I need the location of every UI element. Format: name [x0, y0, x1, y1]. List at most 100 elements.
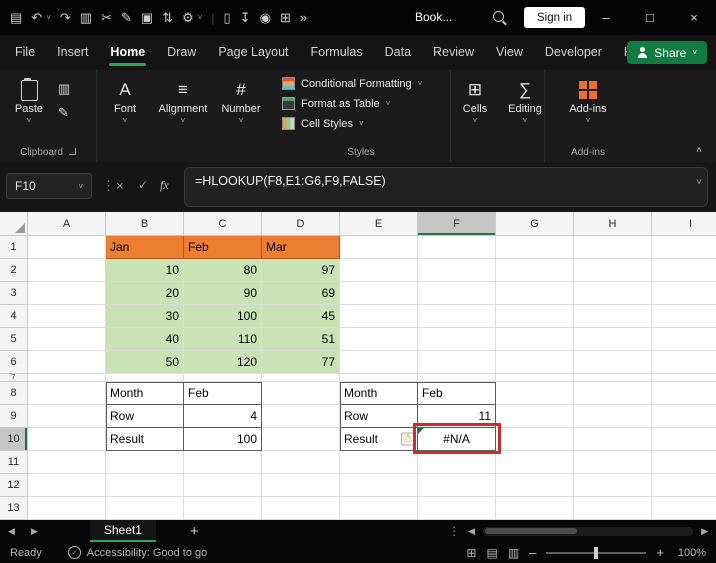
cell-I5[interactable]: [652, 328, 716, 351]
cell-H6[interactable]: [574, 351, 652, 374]
tab-page-layout[interactable]: Page Layout: [207, 35, 299, 70]
tab-draw[interactable]: Draw: [156, 35, 207, 70]
tab-home[interactable]: Home: [99, 35, 156, 70]
cell-C1[interactable]: Feb: [184, 236, 262, 259]
cell-H3[interactable]: [574, 282, 652, 305]
cell-I11[interactable]: [652, 451, 716, 474]
row-header-11[interactable]: 11: [0, 451, 28, 474]
cell-D10[interactable]: [262, 428, 340, 451]
table-icon[interactable]: ⊞: [280, 11, 291, 24]
cell-F4[interactable]: [418, 305, 496, 328]
cell-I3[interactable]: [652, 282, 716, 305]
cell-A8[interactable]: [28, 382, 106, 405]
settings-icon[interactable]: ⚙: [182, 11, 194, 24]
cell-E12[interactable]: [340, 474, 418, 497]
cell-F2[interactable]: [418, 259, 496, 282]
cell-G9[interactable]: [496, 405, 574, 428]
cell-A10[interactable]: [28, 428, 106, 451]
cell-I12[interactable]: [652, 474, 716, 497]
editing-button[interactable]: ∑ Editing ˅: [500, 78, 550, 125]
cell-D4[interactable]: 45: [262, 305, 340, 328]
more-commands-icon[interactable]: »: [300, 11, 307, 24]
cell-A1[interactable]: [28, 236, 106, 259]
expand-formula-bar-icon[interactable]: ˅: [696, 177, 702, 188]
cell-E2[interactable]: [340, 259, 418, 282]
cell-G10[interactable]: [496, 428, 574, 451]
cell-G12[interactable]: [496, 474, 574, 497]
format-as-table-button[interactable]: Format as Table ˅: [282, 97, 422, 110]
column-header-A[interactable]: A: [28, 212, 106, 236]
normal-view-icon[interactable]: ⊞: [466, 546, 476, 560]
name-box[interactable]: F10 ˅: [6, 173, 92, 199]
cell-D11[interactable]: [262, 451, 340, 474]
cell-F11[interactable]: [418, 451, 496, 474]
cell-G11[interactable]: [496, 451, 574, 474]
cell-H7[interactable]: [574, 374, 652, 382]
cell-F13[interactable]: [418, 497, 496, 520]
new-document-icon[interactable]: ▯: [224, 11, 231, 24]
cell-I4[interactable]: [652, 305, 716, 328]
error-warning-icon[interactable]: ⚠: [401, 432, 415, 446]
cell-H5[interactable]: [574, 328, 652, 351]
cell-E3[interactable]: [340, 282, 418, 305]
cell-D12[interactable]: [262, 474, 340, 497]
scroll-right-icon[interactable]: ▶: [701, 526, 708, 537]
more-icon[interactable]: ⋮: [448, 524, 460, 538]
cell-H12[interactable]: [574, 474, 652, 497]
paste-button[interactable]: Paste ˅: [6, 77, 52, 125]
cell-B4[interactable]: 30: [106, 305, 184, 328]
close-button[interactable]: ×: [672, 0, 716, 35]
cell-A7[interactable]: [28, 374, 106, 382]
cell-C9[interactable]: 4: [184, 405, 262, 428]
accessibility-status[interactable]: Accessibility: Good to go: [87, 547, 207, 559]
cell-H13[interactable]: [574, 497, 652, 520]
row-header-10[interactable]: 10: [0, 428, 28, 451]
cell-C6[interactable]: 120: [184, 351, 262, 374]
column-header-C[interactable]: C: [184, 212, 262, 236]
format-painter-icon[interactable]: ✎: [58, 106, 70, 119]
cell-G3[interactable]: [496, 282, 574, 305]
column-header-D[interactable]: D: [262, 212, 340, 236]
font-button[interactable]: A Font ˅: [96, 78, 154, 125]
tab-view[interactable]: View: [485, 35, 534, 70]
cell-F8[interactable]: Feb: [418, 382, 496, 405]
enter-icon[interactable]: ✓: [138, 178, 148, 192]
sheet-nav-left-icon[interactable]: ◀: [0, 526, 23, 537]
cell-B11[interactable]: [106, 451, 184, 474]
cell-E10[interactable]: Result ⚠: [340, 428, 418, 451]
collapse-ribbon-icon[interactable]: ˄: [696, 145, 702, 156]
accessibility-icon[interactable]: ✓: [67, 546, 81, 559]
cell-C11[interactable]: [184, 451, 262, 474]
save-icon[interactable]: ▤: [10, 11, 22, 24]
cell-C7[interactable]: [184, 374, 262, 382]
cell-A13[interactable]: [28, 497, 106, 520]
scrollbar-thumb[interactable]: [485, 528, 578, 534]
add-ins-button[interactable]: Add-ins ˅: [561, 78, 615, 125]
copy-icon[interactable]: ▥: [58, 82, 70, 95]
cell-G2[interactable]: [496, 259, 574, 282]
cell-I9[interactable]: [652, 405, 716, 428]
download-icon[interactable]: ↧: [240, 11, 251, 24]
alignment-button[interactable]: ≡ Alignment ˅: [154, 78, 212, 125]
row-header-3[interactable]: 3: [0, 282, 28, 305]
search-icon[interactable]: [493, 11, 504, 22]
tab-insert[interactable]: Insert: [46, 35, 99, 70]
horizontal-scrollbar[interactable]: [483, 526, 694, 536]
cell-I1[interactable]: [652, 236, 716, 259]
format-painter-icon[interactable]: ✎: [121, 11, 132, 24]
row-header-7[interactable]: 7: [0, 374, 28, 382]
cell-E4[interactable]: [340, 305, 418, 328]
select-all-corner[interactable]: [0, 212, 28, 236]
cut-icon[interactable]: ✂: [101, 11, 112, 24]
share-button[interactable]: Share ˅: [627, 41, 707, 64]
cell-A12[interactable]: [28, 474, 106, 497]
cell-D6[interactable]: 77: [262, 351, 340, 374]
cell-E8[interactable]: Month: [340, 382, 418, 405]
page-layout-view-icon[interactable]: ▤: [486, 546, 497, 560]
zoom-slider[interactable]: [546, 546, 647, 559]
number-button[interactable]: # Number ˅: [212, 78, 270, 125]
cell-A4[interactable]: [28, 305, 106, 328]
cell-D5[interactable]: 51: [262, 328, 340, 351]
cell-B1[interactable]: Jan: [106, 236, 184, 259]
cell-F9[interactable]: 11: [418, 405, 496, 428]
